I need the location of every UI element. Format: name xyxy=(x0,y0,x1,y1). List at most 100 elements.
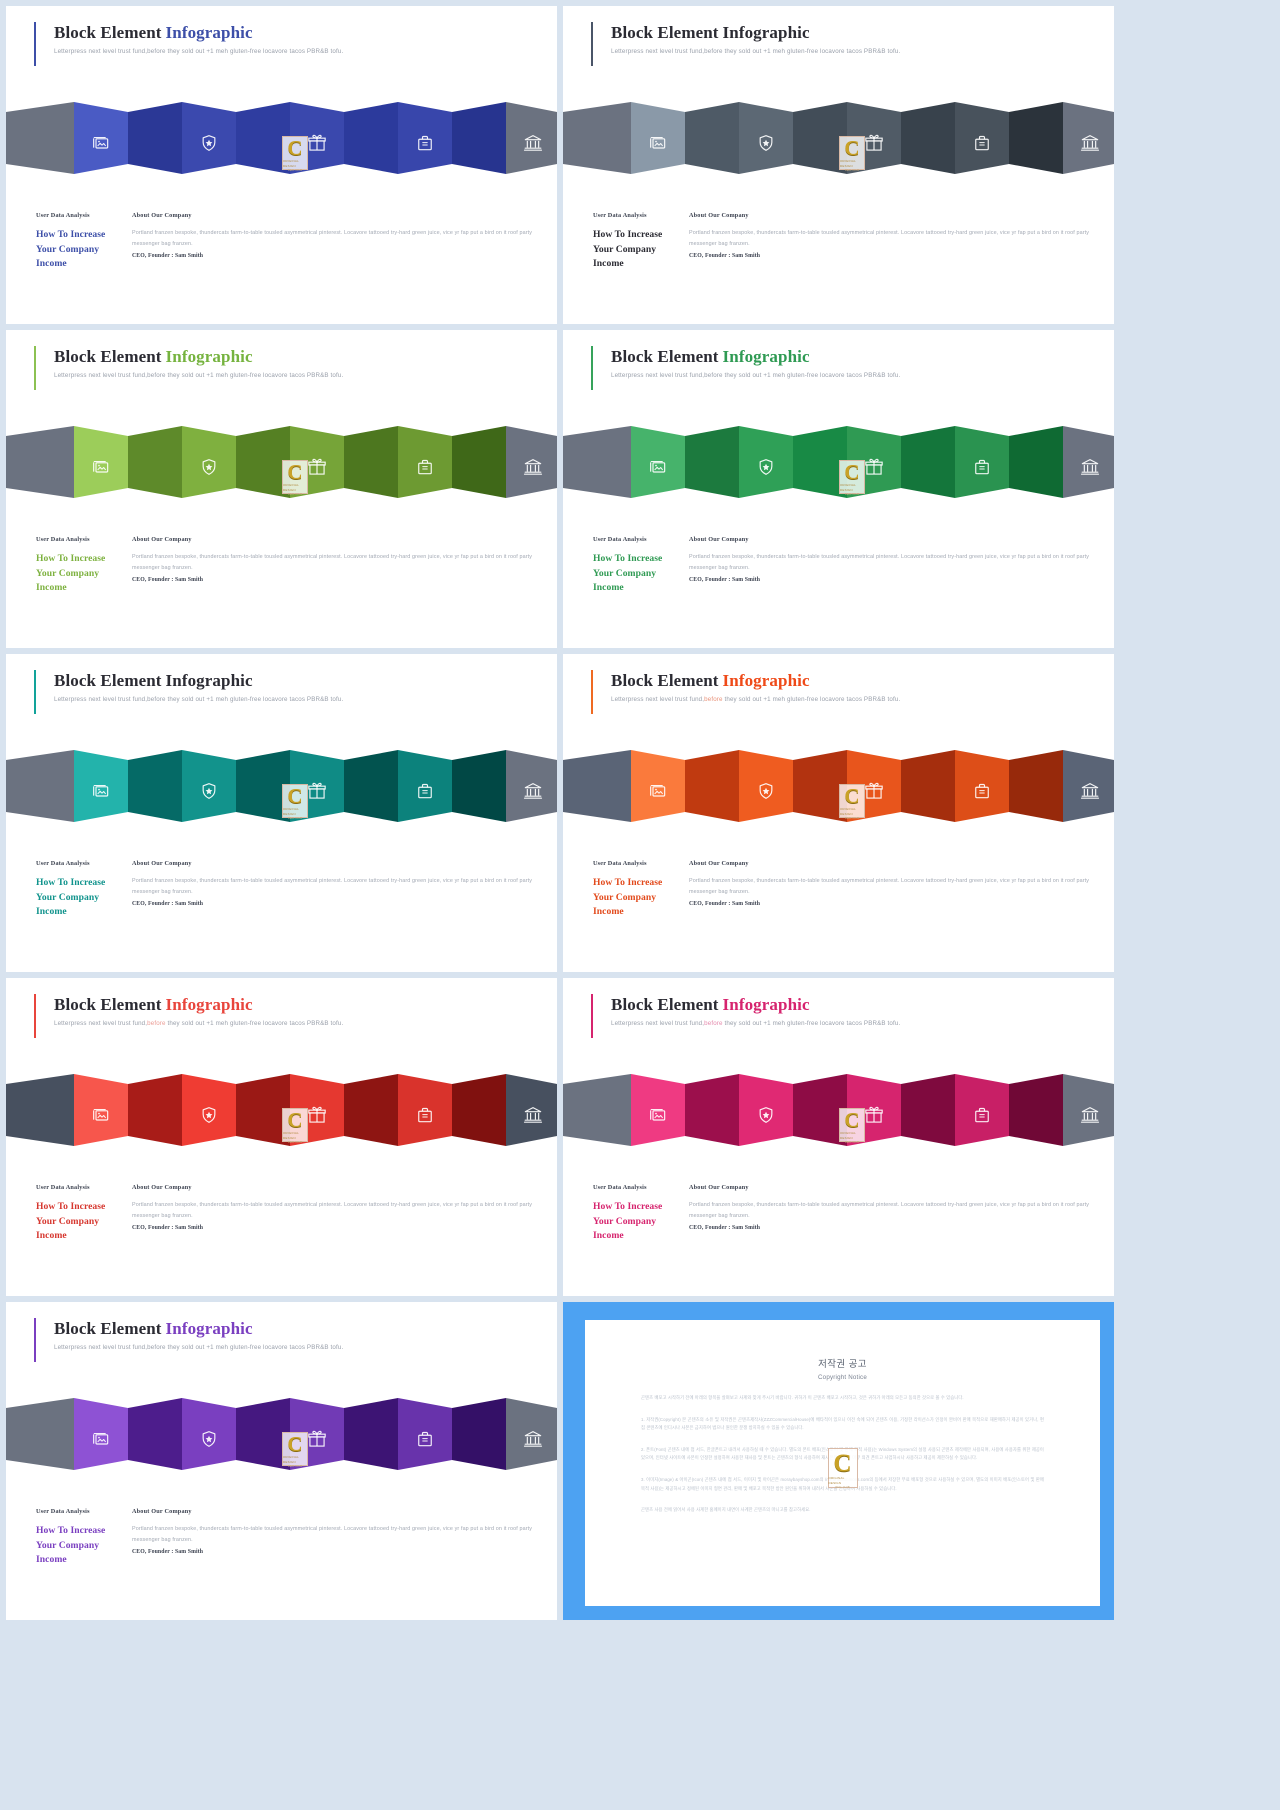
slide-body: User Data Analysis How To Increase Your … xyxy=(593,535,1092,596)
slide-red[interactable]: Block Element Infographic Letterpress nex… xyxy=(6,978,557,1296)
right-label: About Our Company xyxy=(132,860,192,867)
headline-line-2: Your Company xyxy=(593,891,657,903)
watermark-letter: C xyxy=(844,460,860,484)
headline-line-2: Your Company xyxy=(36,1215,100,1227)
slide-slate[interactable]: Block Element Infographic Letterpress nex… xyxy=(563,6,1114,324)
slide-teal[interactable]: Block Element Infographic Letterpress nex… xyxy=(6,654,557,972)
slide-blue[interactable]: Block Element Infographic Letterpress nex… xyxy=(6,6,557,324)
watermark-line-2: REAL CLUB xyxy=(844,493,860,496)
company-paragraph: Portland franzen bespoke, thundercats fa… xyxy=(132,1202,533,1219)
copyright-subtitle: Copyright Notice xyxy=(818,1374,867,1381)
watermark-line-1: ORIGINAL DESIGN xyxy=(840,159,856,168)
watermark-letter: C xyxy=(833,1450,852,1477)
right-label: About Our Company xyxy=(689,860,749,867)
watermark-line-2: REAL CLUB xyxy=(287,817,303,820)
company-paragraph: Portland franzen bespoke, thundercats fa… xyxy=(132,230,533,247)
subtitle-part-c: they sold out +1 meh gluten-free locavor… xyxy=(722,1020,901,1027)
slide-green[interactable]: Block Element Infographic Letterpress nex… xyxy=(563,330,1114,648)
slide-body: User Data Analysis How To Increase Your … xyxy=(36,1183,535,1244)
headline-line-3: Income xyxy=(36,258,67,270)
headline: How To Increase Your Company Income xyxy=(36,1524,132,1568)
headline-line-1: How To Increase xyxy=(593,229,663,240)
headline-line-2: Your Company xyxy=(593,567,657,579)
slide-grid: Block Element Infographic Letterpress nex… xyxy=(0,0,1280,1810)
subtitle-highlight: before xyxy=(704,372,723,379)
ceo-line: CEO, Founder : Sam Smith xyxy=(689,253,761,259)
right-label: About Our Company xyxy=(132,212,192,219)
watermark-badge: C ORIGINAL DESIGN REAL CLUB xyxy=(282,460,308,496)
subtitle-part-c: they sold out +1 meh gluten-free locavor… xyxy=(722,696,901,703)
left-label: User Data Analysis xyxy=(36,536,90,543)
slide-purple[interactable]: Block Element Infographic Letterpress nex… xyxy=(6,1302,557,1620)
slide-header: Block Element Infographic Letterpress nex… xyxy=(591,670,1094,714)
title-accent: Infographic xyxy=(165,671,253,690)
subtitle-part-a: Letterpress next level trust fund, xyxy=(54,1020,148,1027)
subtitle-part-a: Letterpress next level trust fund, xyxy=(54,696,148,703)
header-accent-bar xyxy=(34,1318,36,1362)
subtitle-part-c: they sold out +1 meh gluten-free locavor… xyxy=(165,1020,344,1027)
subtitle-part-c: they sold out +1 meh gluten-free locavor… xyxy=(722,48,901,55)
slide-body: User Data Analysis How To Increase Your … xyxy=(36,859,535,920)
headline: How To Increase Your Company Income xyxy=(36,1200,132,1244)
page-title: Block Element Infographic xyxy=(54,346,343,368)
left-label: User Data Analysis xyxy=(36,1508,90,1515)
watermark-line-1: ORIGINAL DESIGN xyxy=(840,807,856,816)
watermark-line-1: ORIGINAL DESIGN xyxy=(840,483,856,492)
title-accent: Infographic xyxy=(722,347,810,366)
slide-header: Block Element Infographic Letterpress nex… xyxy=(34,670,537,714)
slide-header: Block Element Infographic Letterpress nex… xyxy=(34,994,537,1038)
headline-line-3: Income xyxy=(593,582,624,594)
ceo-line: CEO, Founder : Sam Smith xyxy=(689,577,761,583)
page-title: Block Element Infographic xyxy=(611,670,900,692)
headline: How To Increase Your Company Income xyxy=(593,228,689,272)
headline-line-3: Income xyxy=(36,1230,67,1242)
header-accent-bar xyxy=(34,994,36,1038)
headline: How To Increase Your Company Income xyxy=(593,552,689,596)
ceo-line: CEO, Founder : Sam Smith xyxy=(132,901,204,907)
header-accent-bar xyxy=(34,670,36,714)
watermark-line-2: REAL CLUB xyxy=(844,817,860,820)
watermark-badge: C ORIGINAL DESIGN REAL CLUB xyxy=(282,784,308,820)
right-label: About Our Company xyxy=(689,1184,749,1191)
header-accent-bar xyxy=(591,22,593,66)
slide-orange[interactable]: Block Element Infographic Letterpress nex… xyxy=(563,654,1114,972)
subtitle-part-a: Letterpress next level trust fund, xyxy=(611,1020,705,1027)
right-label: About Our Company xyxy=(132,1184,192,1191)
watermark-line-2: REAL CLUB xyxy=(844,1141,860,1144)
ceo-line: CEO, Founder : Sam Smith xyxy=(689,901,761,907)
subtitle-part-a: Letterpress next level trust fund, xyxy=(611,48,705,55)
page-subtitle: Letterpress next level trust fund,before… xyxy=(54,1342,343,1354)
company-paragraph: Portland franzen bespoke, thundercats fa… xyxy=(689,878,1090,895)
subtitle-highlight: before xyxy=(147,372,166,379)
slide-magenta[interactable]: Block Element Infographic Letterpress nex… xyxy=(563,978,1114,1296)
watermark-letter: C xyxy=(287,136,303,160)
watermark-line-1: ORIGINAL DESIGN xyxy=(828,1476,845,1485)
headline-line-3: Income xyxy=(593,258,624,270)
page-title: Block Element Infographic xyxy=(54,1318,343,1340)
watermark-letter: C xyxy=(844,784,860,808)
watermark-letter: C xyxy=(844,136,860,160)
page-title: Block Element Infographic xyxy=(611,994,900,1016)
headline-line-2: Your Company xyxy=(593,243,657,255)
watermark-badge: C ORIGINAL DESIGN REAL CLUB xyxy=(839,460,865,496)
ceo-line: CEO, Founder : Sam Smith xyxy=(689,1225,761,1231)
left-label: User Data Analysis xyxy=(593,536,647,543)
watermark-line-2: REAL CLUB xyxy=(835,1486,850,1489)
title-accent: Infographic xyxy=(722,23,810,42)
headline-line-1: How To Increase xyxy=(36,1525,106,1536)
company-paragraph: Portland franzen bespoke, thundercats fa… xyxy=(132,1526,533,1543)
headline-line-3: Income xyxy=(593,1230,624,1242)
title-dark: Block Element xyxy=(54,671,162,690)
subtitle-part-c: they sold out +1 meh gluten-free locavor… xyxy=(165,1344,344,1351)
left-label: User Data Analysis xyxy=(36,1184,90,1191)
header-accent-bar xyxy=(34,346,36,390)
headline-line-1: How To Increase xyxy=(36,1201,106,1212)
subtitle-part-a: Letterpress next level trust fund, xyxy=(54,48,148,55)
ceo-line: CEO, Founder : Sam Smith xyxy=(132,1225,204,1231)
headline: How To Increase Your Company Income xyxy=(36,876,132,920)
title-accent: Infographic xyxy=(165,1319,253,1338)
headline: How To Increase Your Company Income xyxy=(593,1200,689,1244)
slide-lightgreen[interactable]: Block Element Infographic Letterpress nex… xyxy=(6,330,557,648)
copyright-slide[interactable]: 저작권 공고 Copyright Notice 곤텐츠 배포고 시작하기 전에 … xyxy=(563,1302,1114,1620)
header-accent-bar xyxy=(591,994,593,1038)
